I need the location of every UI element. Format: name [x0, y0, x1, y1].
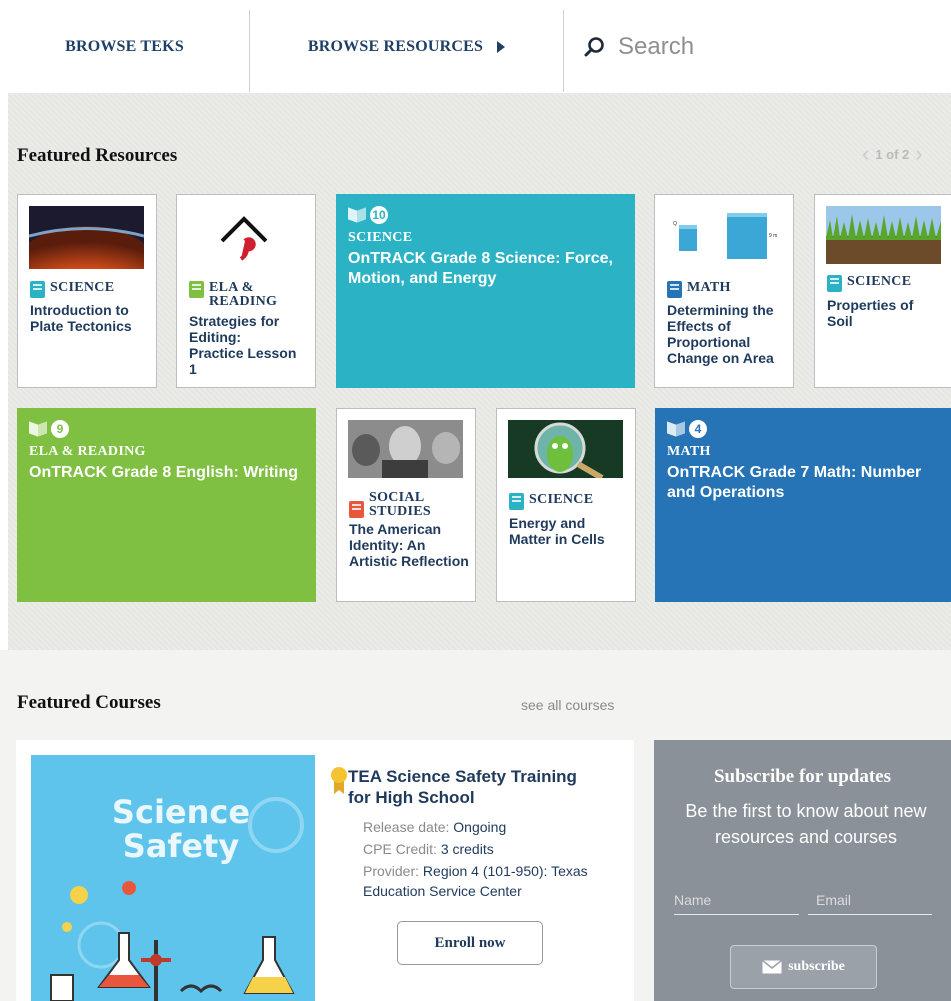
resource-title: Strategies for Editing: Practice Lesson …	[189, 313, 297, 377]
top-navigation: BROWSE TEKS BROWSE RESOURCES	[0, 0, 951, 93]
resource-title: Energy and Matter in Cells	[509, 515, 605, 547]
envelope-icon	[762, 960, 783, 974]
resource-card[interactable]: SCIENCE Properties of Soil	[814, 194, 951, 388]
subject-label: SOCIAL STUDIES	[349, 491, 469, 519]
release-date: Release date: Ongoing	[363, 819, 507, 835]
resource-title: The American Identity: An Artistic Refle…	[349, 521, 469, 569]
course-title-link[interactable]: TEA Science Safety Training for High Sch…	[348, 766, 598, 808]
migrant-mother-photo	[348, 420, 463, 478]
resource-title: Determining the Effects of Proportional …	[667, 302, 774, 366]
subject-label: MATH	[667, 281, 731, 298]
collection-title: OnTRACK Grade 8 English: Writing	[29, 464, 299, 481]
browse-teks-label: BROWSE TEKS	[65, 37, 184, 55]
resource-card[interactable]: SCIENCE Introduction to Plate Tectonics	[17, 194, 157, 388]
book-icon	[30, 281, 45, 298]
subject-label: SCIENCE	[348, 230, 413, 245]
subscribe-title: Subscribe for updates	[713, 766, 891, 787]
resource-title: Properties of Soil	[827, 297, 914, 329]
science-safety-image: Science Safety	[31, 755, 315, 1001]
editing-caret-image	[220, 216, 268, 261]
award-ribbon-icon	[331, 767, 347, 794]
subscribe-text: Be the first to know about new resources…	[685, 801, 927, 847]
resource-card[interactable]: SOCIAL STUDIES The American Identity: An…	[336, 408, 476, 602]
proportional-boxes-image: Q 9 m	[665, 205, 785, 271]
svg-text:Q: Q	[673, 221, 677, 227]
search-icon	[584, 36, 604, 56]
cpe-credit: CPE Credit: 3 credits	[363, 841, 494, 857]
course-collection-card[interactable]: 4 MATH OnTRACK Grade 7 Math: Number and …	[655, 408, 951, 602]
course-collection-card[interactable]: 9 ELA & READING OnTRACK Grade 8 English:…	[17, 408, 316, 602]
name-input[interactable]	[674, 885, 799, 915]
subscribe-button-label: subscribe	[788, 959, 845, 974]
collection-title: OnTRACK Grade 7 Math: Number and Operati…	[667, 464, 922, 501]
subject-label: SCIENCE	[30, 281, 114, 298]
plate-tectonics-image	[29, 206, 144, 269]
subject-label: SCIENCE	[509, 493, 593, 510]
search-box	[564, 0, 951, 93]
browse-resources-label: BROWSE RESOURCES	[307, 37, 484, 55]
book-icon	[509, 493, 524, 510]
see-all-courses-link[interactable]: see all courses	[521, 697, 614, 713]
book-icon	[667, 281, 682, 298]
subject-label: ELA & READING	[29, 444, 146, 459]
cubes-icon	[667, 420, 685, 438]
enroll-now-button[interactable]: Enroll now	[397, 921, 543, 965]
cubes-icon	[348, 206, 366, 224]
chevron-right-icon[interactable]: ›	[915, 143, 922, 165]
collection-count: 10	[348, 206, 388, 224]
lab-equipment-illustration	[50, 797, 304, 1001]
featured-resources-title: Featured Resources	[17, 145, 178, 166]
email-input[interactable]	[808, 885, 932, 915]
collection-title: OnTRACK Grade 8 Science: Force, Motion, …	[348, 250, 613, 287]
course-collection-card[interactable]: 10 SCIENCE OnTRACK Grade 8 Science: Forc…	[336, 194, 635, 388]
pager-label: 1 of 2	[875, 146, 910, 162]
subscribe-button[interactable]: subscribe	[730, 945, 877, 989]
resource-card[interactable]: ELA & READING Strategies for Editing: Pr…	[176, 194, 316, 388]
resource-card[interactable]: Q 9 m MATH Determining the Effects of Pr…	[654, 194, 794, 388]
resource-card[interactable]: SCIENCE Energy and Matter in Cells	[496, 408, 636, 602]
cubes-icon	[29, 420, 47, 438]
search-input[interactable]	[618, 32, 898, 61]
book-icon	[189, 281, 204, 298]
cell-magnifier-image	[508, 420, 623, 478]
collection-count: 9	[29, 420, 69, 438]
subject-label: ELA & READING	[189, 281, 309, 309]
featured-pager: ‹ 1 of 2 ›	[862, 143, 923, 165]
resource-title: Introduction to Plate Tectonics	[30, 302, 132, 334]
subject-label: MATH	[667, 444, 711, 459]
subject-label: SCIENCE	[827, 275, 911, 292]
chevron-left-icon[interactable]: ‹	[862, 143, 869, 165]
provider: Provider: Region 4 (101-950): Texas Educ…	[363, 863, 588, 899]
featured-courses-title: Featured Courses	[17, 692, 161, 713]
book-icon	[349, 501, 364, 518]
book-icon	[827, 275, 842, 292]
browse-teks-link[interactable]: BROWSE TEKS	[0, 0, 249, 93]
svg-text:9 m: 9 m	[769, 233, 777, 239]
browse-resources-link[interactable]: BROWSE RESOURCES	[250, 0, 563, 93]
collection-count: 4	[667, 420, 707, 438]
caret-right-icon	[497, 40, 506, 53]
soil-image	[826, 206, 941, 264]
